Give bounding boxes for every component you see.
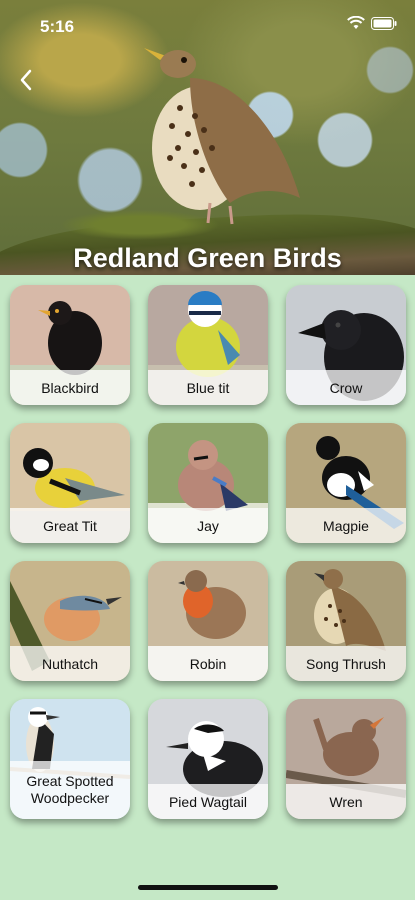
bird-label: Jay — [148, 508, 268, 543]
back-button[interactable] — [12, 64, 40, 96]
bird-card-song-thrush[interactable]: Song Thrush — [286, 561, 406, 681]
bird-card-nuthatch[interactable]: Nuthatch — [10, 561, 130, 681]
bird-card-wren[interactable]: Wren — [286, 699, 406, 819]
chevron-left-icon — [20, 69, 32, 91]
bird-label: Blackbird — [10, 370, 130, 405]
bird-grid: Blackbird Blue tit Crow Great Tit Jay Ma… — [10, 285, 407, 819]
bird-label: Pied Wagtail — [148, 784, 268, 819]
bird-card-magpie[interactable]: Magpie — [286, 423, 406, 543]
bird-label: Magpie — [286, 508, 406, 543]
bird-card-crow[interactable]: Crow — [286, 285, 406, 405]
bird-label: Great Tit — [10, 508, 130, 543]
status-icons — [347, 16, 397, 30]
bird-label: Nuthatch — [10, 646, 130, 681]
page-title: Redland Green Birds — [73, 243, 342, 273]
bird-label: Blue tit — [148, 370, 268, 405]
header-image: 5:16 Redland Green Birds — [0, 0, 415, 275]
home-indicator[interactable] — [138, 885, 278, 890]
bird-card-blue-tit[interactable]: Blue tit — [148, 285, 268, 405]
bird-label: Crow — [286, 370, 406, 405]
wifi-icon — [347, 16, 365, 29]
bird-card-pied-wagtail[interactable]: Pied Wagtail — [148, 699, 268, 819]
song-thrush-photo — [144, 48, 300, 225]
bird-label: Wren — [286, 784, 406, 819]
status-time: 5:16 — [40, 17, 75, 36]
battery-icon — [371, 16, 397, 30]
bird-label: Great Spotted Woodpecker — [10, 761, 130, 819]
bird-card-great-spotted-woodpecker[interactable]: Great Spotted Woodpecker — [10, 699, 130, 819]
bird-card-blackbird[interactable]: Blackbird — [10, 285, 130, 405]
bird-card-great-tit[interactable]: Great Tit — [10, 423, 130, 543]
bird-label: Song Thrush — [286, 646, 406, 681]
bird-card-robin[interactable]: Robin — [148, 561, 268, 681]
bird-card-jay[interactable]: Jay — [148, 423, 268, 543]
bird-label: Robin — [148, 646, 268, 681]
